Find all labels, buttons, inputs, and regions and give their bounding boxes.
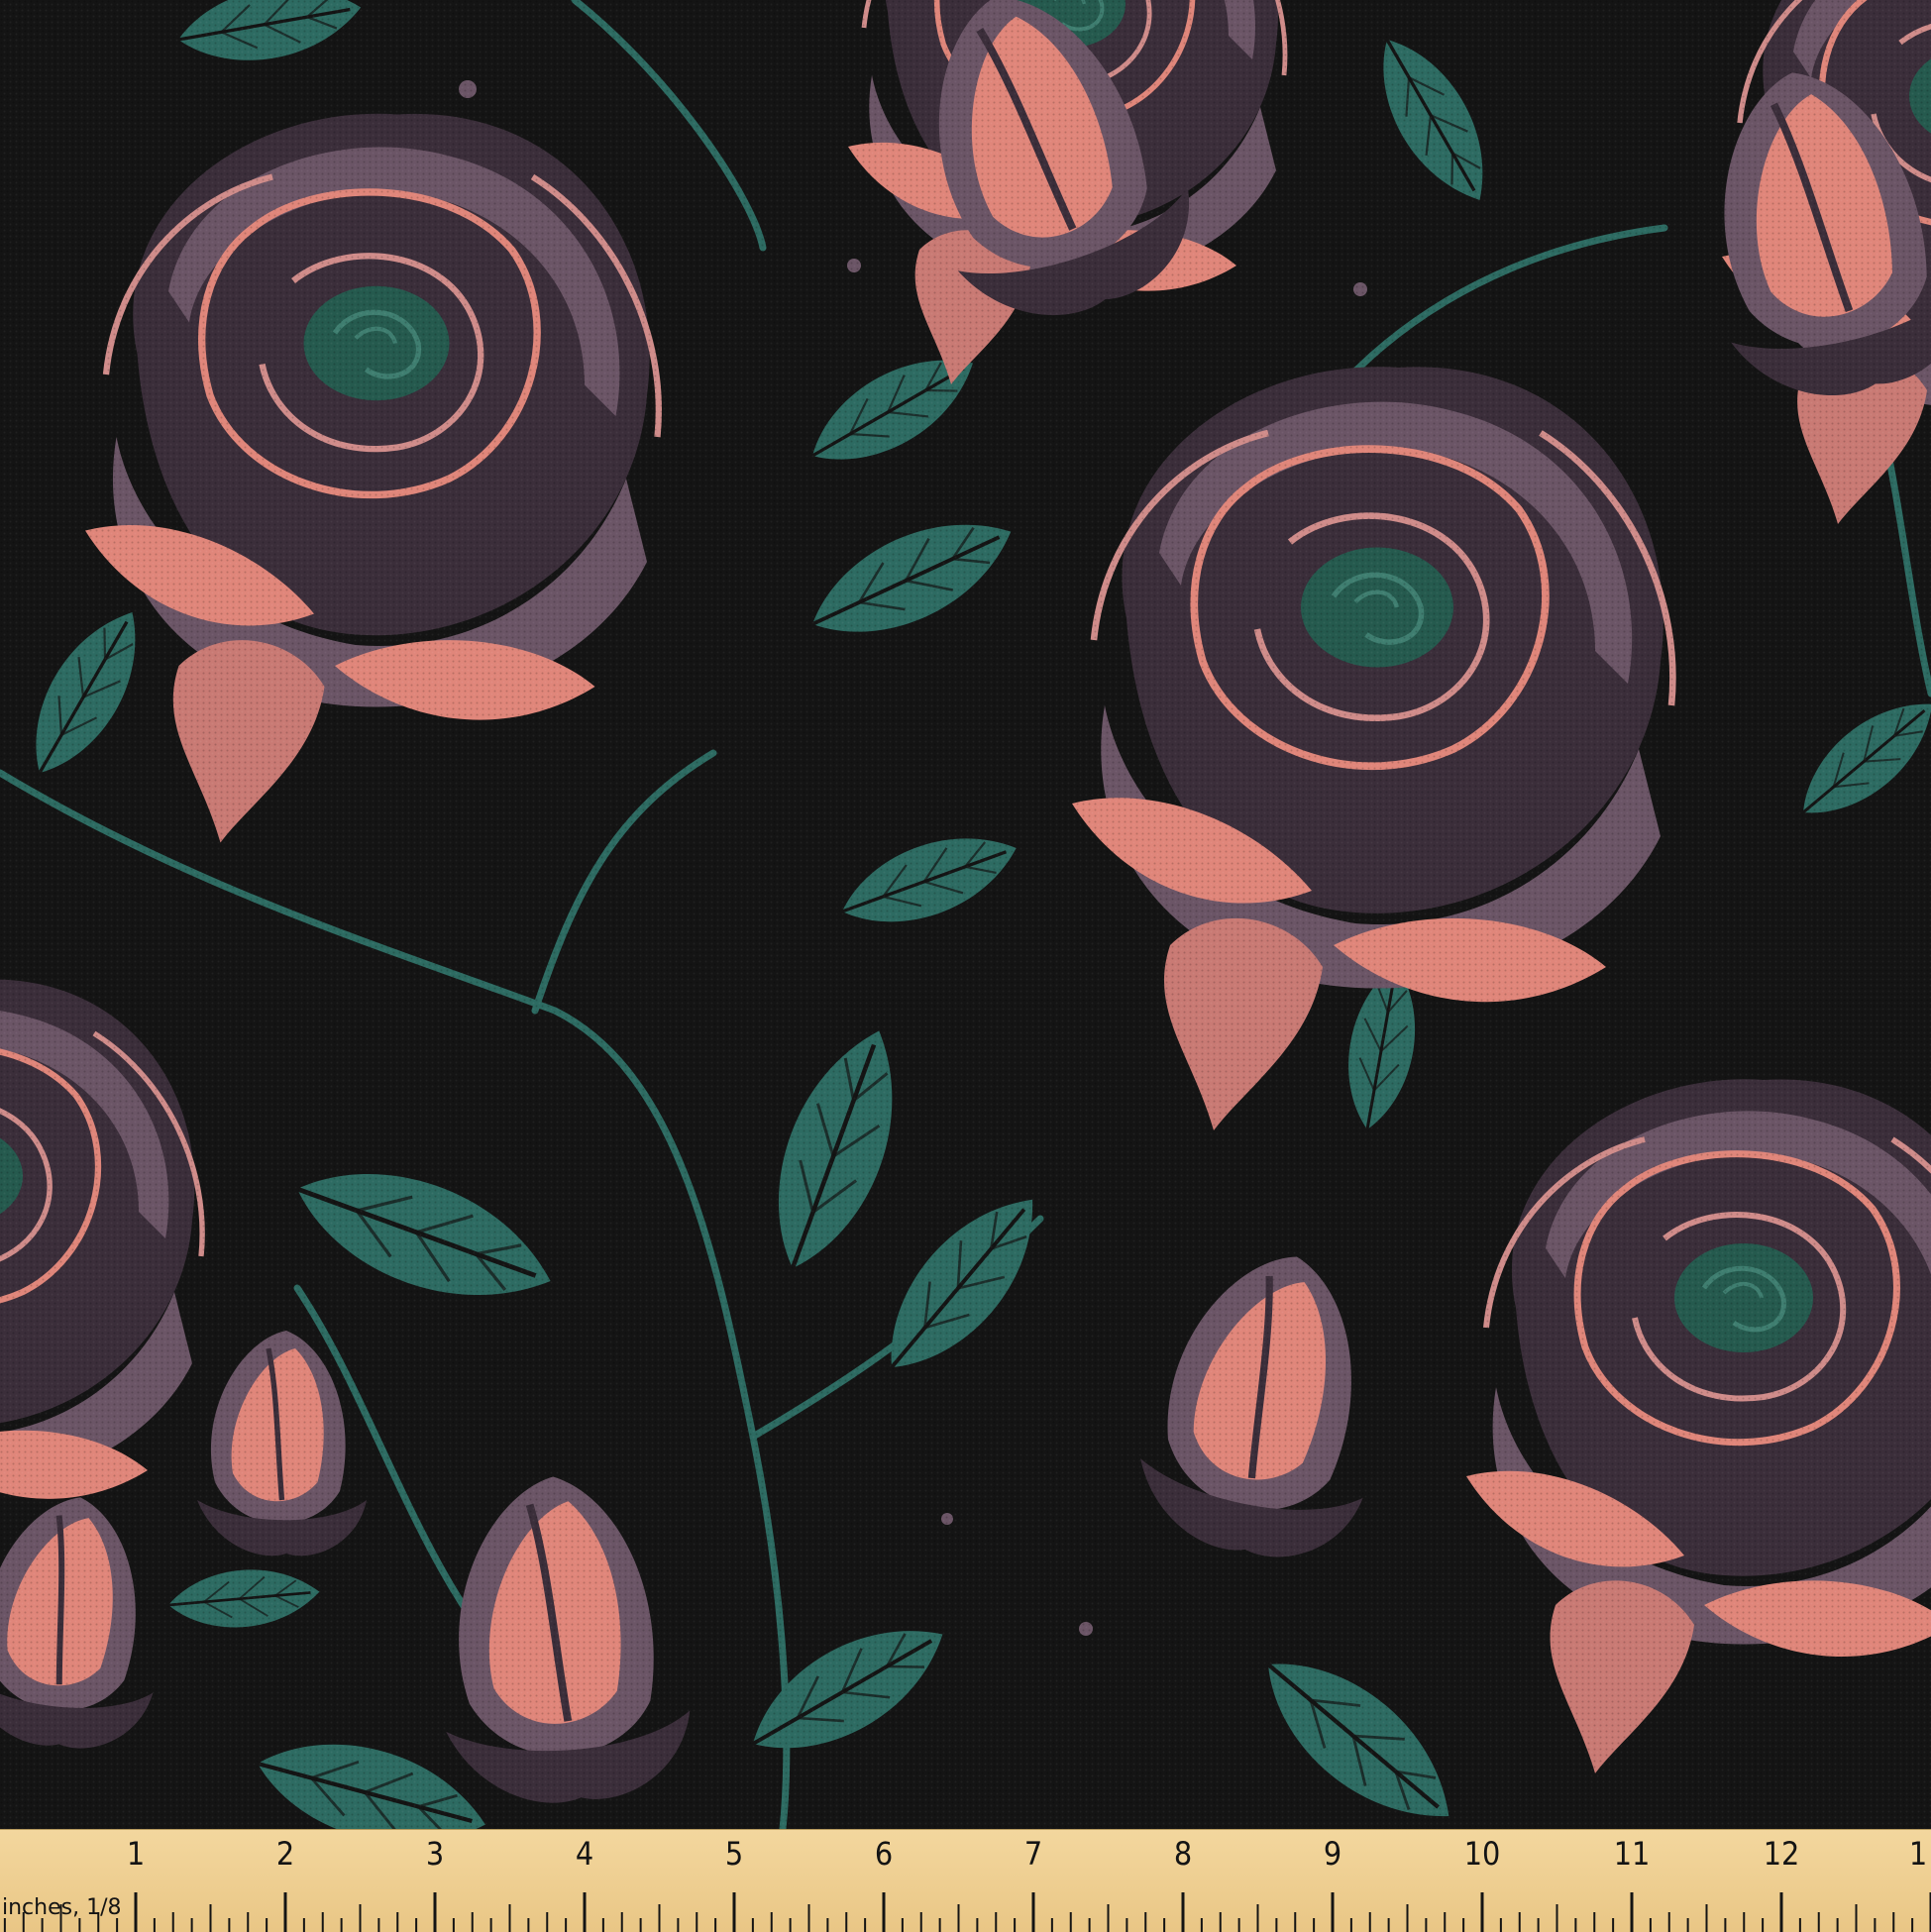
ruler-number: 5 (724, 1835, 744, 1873)
measuring-ruler: 1 2 3 4 5 6 7 8 9 10 11 12 1 inches, 1/8 (0, 1829, 1931, 1932)
ruler-number: 11 (1613, 1835, 1651, 1873)
ruler-number: 8 (1173, 1835, 1193, 1873)
ruler-number: 6 (874, 1835, 894, 1873)
ruler-number: 4 (575, 1835, 594, 1873)
ruler-number: 12 (1763, 1835, 1800, 1873)
ruler-unit-label: inches, 1/8 (2, 1895, 122, 1920)
rose-pattern-fabric (0, 0, 1931, 1829)
ruler-number: 10 (1463, 1835, 1501, 1873)
ruler-number: 2 (275, 1835, 295, 1873)
ruler-number: 1 (1908, 1835, 1928, 1873)
ruler-number: 7 (1023, 1835, 1043, 1873)
ruler-number: 1 (126, 1835, 146, 1873)
ruler-number: 9 (1323, 1835, 1342, 1873)
fabric-product-image: 1 2 3 4 5 6 7 8 9 10 11 12 1 inches, 1/8 (0, 0, 1931, 1932)
ruler-number: 3 (425, 1835, 445, 1873)
